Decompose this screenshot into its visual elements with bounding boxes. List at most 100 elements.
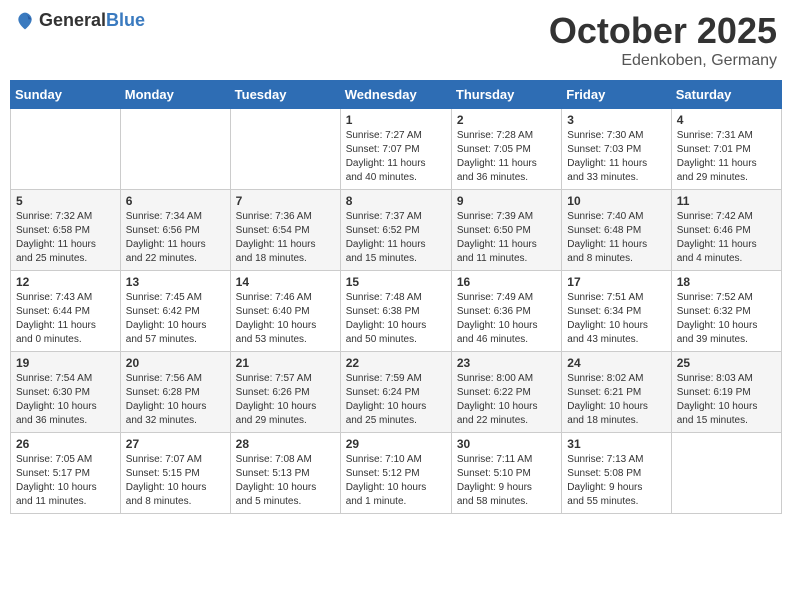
day-number: 11 [677, 194, 776, 208]
calendar-cell: 23Sunrise: 8:00 AM Sunset: 6:22 PM Dayli… [451, 352, 561, 433]
calendar-row: 12 Sunrise: 7:43 AM Sunset: 6:44 PM Dayli… [11, 271, 782, 352]
month-title: October 2025 [549, 10, 777, 52]
day-number: 4 [677, 113, 776, 127]
calendar-cell: 4 Sunrise: 7:31 AM Sunset: 7:01 PM Daylig… [671, 109, 781, 190]
day-info: Sunrise: 7:30 AM Sunset: 7:03 PM Dayligh… [567, 129, 665, 185]
day-number: 10 [567, 194, 665, 208]
day-number: 12 [16, 275, 115, 289]
day-info: Sunrise: 7:52 AM Sunset: 6:32 PM Dayligh… [677, 291, 776, 347]
day-info: Sunrise: 7:45 AM Sunset: 6:42 PM Dayligh… [126, 291, 225, 347]
day-info: Sunrise: 8:00 AM Sunset: 6:22 PM Dayligh… [457, 372, 556, 428]
day-number: 22 [346, 356, 446, 370]
day-number: 13 [126, 275, 225, 289]
calendar-cell: 1Sunrise: 7:27 AM Sunset: 7:07 PM Daylig… [340, 109, 451, 190]
day-info: Sunrise: 7:42 AM Sunset: 6:46 PM Dayligh… [677, 210, 776, 266]
day-info: Sunrise: 7:57 AM Sunset: 6:26 PM Dayligh… [236, 372, 335, 428]
calendar-cell: 30 Sunrise: 7:11 AM Sunset: 5:10 PM Dayli… [451, 433, 561, 514]
day-info: Sunrise: 7:40 AM Sunset: 6:48 PM Dayligh… [567, 210, 665, 266]
calendar-cell: 9 Sunrise: 7:39 AM Sunset: 6:50 PM Daylig… [451, 190, 561, 271]
calendar-cell [120, 109, 230, 190]
day-info: Sunrise: 7:27 AM Sunset: 7:07 PM Dayligh… [346, 129, 446, 185]
weekday-header-row: SundayMondayTuesdayWednesdayThursdayFrid… [11, 81, 782, 109]
calendar-cell: 31 Sunrise: 7:13 AM Sunset: 5:08 PM Dayli… [562, 433, 671, 514]
day-number: 30 [457, 437, 556, 451]
logo-text: GeneralBlue [39, 10, 145, 31]
day-info: Sunrise: 7:08 AM Sunset: 5:13 PM Dayligh… [236, 453, 335, 509]
day-number: 5 [16, 194, 115, 208]
calendar-cell: 18Sunrise: 7:52 AM Sunset: 6:32 PM Dayli… [671, 271, 781, 352]
day-number: 19 [16, 356, 115, 370]
calendar-cell: 12 Sunrise: 7:43 AM Sunset: 6:44 PM Dayli… [11, 271, 121, 352]
day-info: Sunrise: 7:31 AM Sunset: 7:01 PM Dayligh… [677, 129, 776, 185]
day-number: 6 [126, 194, 225, 208]
day-info: Sunrise: 7:34 AM Sunset: 6:56 PM Dayligh… [126, 210, 225, 266]
calendar-row: 26Sunrise: 7:05 AM Sunset: 5:17 PM Dayli… [11, 433, 782, 514]
calendar-cell: 24 Sunrise: 8:02 AM Sunset: 6:21 PM Dayli… [562, 352, 671, 433]
logo-blue: Blue [106, 10, 145, 30]
calendar-cell: 20 Sunrise: 7:56 AM Sunset: 6:28 PM Dayli… [120, 352, 230, 433]
day-number: 25 [677, 356, 776, 370]
weekday-header: Friday [562, 81, 671, 109]
day-number: 29 [346, 437, 446, 451]
calendar-cell: 22 Sunrise: 7:59 AM Sunset: 6:24 PM Dayli… [340, 352, 451, 433]
calendar-cell: 17Sunrise: 7:51 AM Sunset: 6:34 PM Dayli… [562, 271, 671, 352]
calendar-cell: 8Sunrise: 7:37 AM Sunset: 6:52 PM Daylig… [340, 190, 451, 271]
logo-general: General [39, 10, 106, 30]
day-number: 15 [346, 275, 446, 289]
calendar-cell: 16 Sunrise: 7:49 AM Sunset: 6:36 PM Dayli… [451, 271, 561, 352]
day-number: 9 [457, 194, 556, 208]
day-info: Sunrise: 7:48 AM Sunset: 6:38 PM Dayligh… [346, 291, 446, 347]
calendar-cell: 21 Sunrise: 7:57 AM Sunset: 6:26 PM Dayli… [230, 352, 340, 433]
title-block: October 2025 Edenkoben, Germany [549, 10, 777, 70]
page-header: GeneralBlue October 2025 Edenkoben, Germ… [10, 10, 782, 70]
day-info: Sunrise: 7:11 AM Sunset: 5:10 PM Dayligh… [457, 453, 556, 509]
calendar-row: 19 Sunrise: 7:54 AM Sunset: 6:30 PM Dayli… [11, 352, 782, 433]
calendar-cell [230, 109, 340, 190]
calendar-cell: 15 Sunrise: 7:48 AM Sunset: 6:38 PM Dayli… [340, 271, 451, 352]
day-number: 24 [567, 356, 665, 370]
day-info: Sunrise: 7:51 AM Sunset: 6:34 PM Dayligh… [567, 291, 665, 347]
day-number: 20 [126, 356, 225, 370]
calendar-table: SundayMondayTuesdayWednesdayThursdayFrid… [10, 80, 782, 514]
day-info: Sunrise: 7:43 AM Sunset: 6:44 PM Dayligh… [16, 291, 115, 347]
day-info: Sunrise: 7:39 AM Sunset: 6:50 PM Dayligh… [457, 210, 556, 266]
calendar-cell: 2 Sunrise: 7:28 AM Sunset: 7:05 PM Daylig… [451, 109, 561, 190]
day-info: Sunrise: 7:46 AM Sunset: 6:40 PM Dayligh… [236, 291, 335, 347]
calendar-cell: 28Sunrise: 7:08 AM Sunset: 5:13 PM Dayli… [230, 433, 340, 514]
day-info: Sunrise: 7:59 AM Sunset: 6:24 PM Dayligh… [346, 372, 446, 428]
calendar-cell [671, 433, 781, 514]
calendar-cell: 26Sunrise: 7:05 AM Sunset: 5:17 PM Dayli… [11, 433, 121, 514]
calendar-cell: 29Sunrise: 7:10 AM Sunset: 5:12 PM Dayli… [340, 433, 451, 514]
day-number: 2 [457, 113, 556, 127]
day-info: Sunrise: 7:07 AM Sunset: 5:15 PM Dayligh… [126, 453, 225, 509]
day-info: Sunrise: 7:54 AM Sunset: 6:30 PM Dayligh… [16, 372, 115, 428]
day-number: 7 [236, 194, 335, 208]
day-info: Sunrise: 8:03 AM Sunset: 6:19 PM Dayligh… [677, 372, 776, 428]
weekday-header: Monday [120, 81, 230, 109]
day-number: 31 [567, 437, 665, 451]
day-number: 21 [236, 356, 335, 370]
calendar-cell: 14Sunrise: 7:46 AM Sunset: 6:40 PM Dayli… [230, 271, 340, 352]
calendar-cell: 25 Sunrise: 8:03 AM Sunset: 6:19 PM Dayli… [671, 352, 781, 433]
calendar-row: 5Sunrise: 7:32 AM Sunset: 6:58 PM Daylig… [11, 190, 782, 271]
weekday-header: Tuesday [230, 81, 340, 109]
day-number: 16 [457, 275, 556, 289]
day-info: Sunrise: 7:56 AM Sunset: 6:28 PM Dayligh… [126, 372, 225, 428]
weekday-header: Sunday [11, 81, 121, 109]
day-info: Sunrise: 7:49 AM Sunset: 6:36 PM Dayligh… [457, 291, 556, 347]
calendar-cell: 7Sunrise: 7:36 AM Sunset: 6:54 PM Daylig… [230, 190, 340, 271]
day-info: Sunrise: 7:05 AM Sunset: 5:17 PM Dayligh… [16, 453, 115, 509]
day-info: Sunrise: 8:02 AM Sunset: 6:21 PM Dayligh… [567, 372, 665, 428]
logo-icon [15, 11, 35, 31]
calendar-cell: 27Sunrise: 7:07 AM Sunset: 5:15 PM Dayli… [120, 433, 230, 514]
day-info: Sunrise: 7:28 AM Sunset: 7:05 PM Dayligh… [457, 129, 556, 185]
calendar-cell [11, 109, 121, 190]
calendar-cell: 10 Sunrise: 7:40 AM Sunset: 6:48 PM Dayli… [562, 190, 671, 271]
calendar-cell: 3Sunrise: 7:30 AM Sunset: 7:03 PM Daylig… [562, 109, 671, 190]
location-title: Edenkoben, Germany [549, 52, 777, 70]
day-info: Sunrise: 7:13 AM Sunset: 5:08 PM Dayligh… [567, 453, 665, 509]
logo: GeneralBlue [15, 10, 145, 31]
weekday-header: Wednesday [340, 81, 451, 109]
calendar-cell: 19 Sunrise: 7:54 AM Sunset: 6:30 PM Dayli… [11, 352, 121, 433]
day-info: Sunrise: 7:37 AM Sunset: 6:52 PM Dayligh… [346, 210, 446, 266]
